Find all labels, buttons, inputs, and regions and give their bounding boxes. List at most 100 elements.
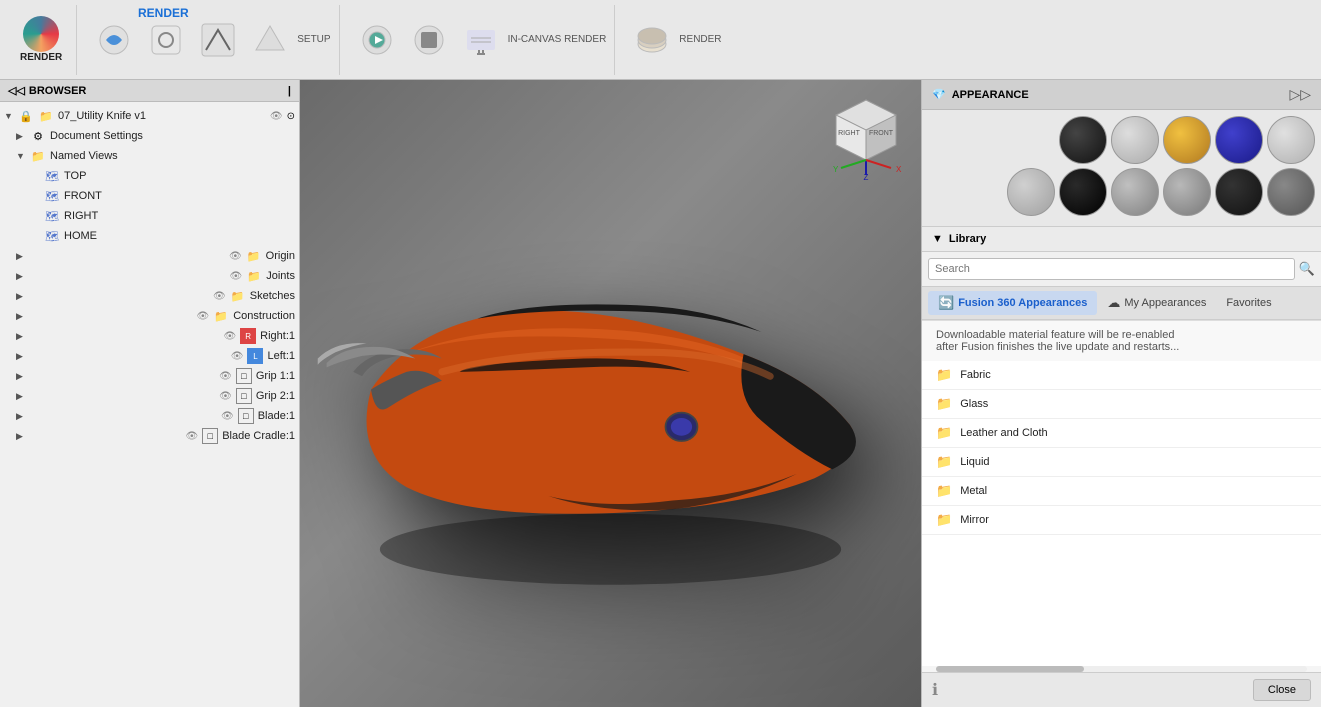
browser-item-blade-cradle1[interactable]: ▶ 👁 □ Blade Cradle:1 [0, 426, 299, 446]
swatch-9[interactable] [1163, 168, 1211, 216]
tab-fusion360-appearances[interactable]: 🔄 Fusion 360 Appearances [928, 291, 1097, 315]
browser-item-blade1[interactable]: ▶ 👁 □ Blade:1 [0, 406, 299, 426]
construction-label: Construction [233, 310, 295, 322]
blade1-eye[interactable]: 👁 [221, 411, 234, 422]
doc-settings-icon: ⚙ [30, 128, 46, 144]
in-canvas-btn-3[interactable] [456, 10, 506, 70]
grip11-label: Grip 1:1 [256, 370, 295, 382]
construction-eye[interactable]: 👁 [197, 311, 210, 322]
left1-label: Left:1 [267, 350, 295, 362]
right1-icon: R [240, 328, 256, 344]
swatch-6[interactable] [1007, 168, 1055, 216]
render-export-label: RENDER [679, 34, 721, 45]
category-liquid[interactable]: 📁 Liquid [922, 448, 1321, 477]
swatch-row-1 [928, 116, 1315, 164]
blade-cradle1-label: Blade Cradle:1 [222, 430, 295, 442]
category-fabric[interactable]: 📁 Fabric [922, 361, 1321, 390]
left1-icon: L [247, 348, 263, 364]
browser-item-right-view[interactable]: 🗺 RIGHT [0, 206, 299, 226]
root-expand: ▼ [4, 111, 18, 121]
joints-label: Joints [266, 270, 295, 282]
appearance-header: 💎 APPEARANCE ▷▷ [922, 80, 1321, 110]
left1-eye[interactable]: 👁 [231, 351, 244, 362]
named-views-expand: ▼ [16, 151, 30, 161]
library-header[interactable]: ▼ Library [922, 227, 1321, 252]
in-canvas-btn-2[interactable] [404, 10, 454, 70]
browser-item-named-views[interactable]: ▼ 📁 Named Views [0, 146, 299, 166]
browser-item-grip21[interactable]: ▶ 👁 □ Grip 2:1 [0, 386, 299, 406]
browser-item-origin[interactable]: ▶ 👁 📁 Origin [0, 246, 299, 266]
render-button[interactable]: RENDER [14, 10, 68, 70]
right1-label: Right:1 [260, 330, 295, 342]
info-circle-icon[interactable]: ℹ [932, 680, 938, 700]
tab-favorites[interactable]: Favorites [1216, 293, 1281, 313]
category-glass[interactable]: 📁 Glass [922, 390, 1321, 419]
category-metal[interactable]: 📁 Metal [922, 477, 1321, 506]
my-appearances-tab-label: My Appearances [1124, 297, 1206, 309]
swatch-2[interactable] [1111, 116, 1159, 164]
root-settings-icon[interactable]: ⊙ [287, 111, 295, 122]
grip11-eye[interactable]: 👁 [219, 371, 232, 382]
browser-item-document-settings[interactable]: ▶ ⚙ Document Settings [0, 126, 299, 146]
category-list: 📁 Fabric 📁 Glass 📁 Leather and Cloth 📁 L… [922, 361, 1321, 666]
category-leather-cloth[interactable]: 📁 Leather and Cloth [922, 419, 1321, 448]
browser-item-grip11[interactable]: ▶ 👁 □ Grip 1:1 [0, 366, 299, 386]
browser-item-top[interactable]: 🗺 TOP [0, 166, 299, 186]
browser-panel: ◁◁ BROWSER | ▼ 🔒 📁 07_Utility Knife v1 👁… [0, 80, 300, 707]
setup-btn-4[interactable] [245, 10, 295, 70]
browser-root-item[interactable]: ▼ 🔒 📁 07_Utility Knife v1 👁 ⊙ [0, 106, 299, 126]
swatch-8[interactable] [1111, 168, 1159, 216]
blade1-icon: □ [238, 408, 254, 424]
setup-label: SETUP [297, 34, 330, 45]
close-button[interactable]: Close [1253, 679, 1311, 701]
render-export-btn[interactable] [627, 10, 677, 70]
in-canvas-render-group: IN-CANVAS RENDER [344, 5, 616, 75]
swatch-4[interactable] [1215, 116, 1263, 164]
root-folder-icon: 📁 [38, 108, 54, 124]
swatch-5[interactable] [1267, 116, 1315, 164]
joints-expand: ▶ [16, 271, 30, 282]
swatch-7[interactable] [1059, 168, 1107, 216]
root-eye-icon[interactable]: 👁 [270, 111, 283, 122]
render-label: RENDER [130, 4, 197, 22]
swatch-1[interactable] [1059, 116, 1107, 164]
in-canvas-label: IN-CANVAS RENDER [508, 34, 607, 45]
right1-expand: ▶ [16, 331, 30, 342]
search-input[interactable] [928, 258, 1295, 280]
browser-collapse-icon[interactable]: | [288, 85, 291, 97]
blade-cradle1-eye[interactable]: 👁 [186, 431, 199, 442]
browser-back-icon[interactable]: ◁◁ [8, 84, 25, 97]
viewport-gizmo[interactable]: FRONT RIGHT Z X Y [821, 90, 911, 180]
swatch-3[interactable] [1163, 116, 1211, 164]
top-view-icon: 🗺 [44, 168, 60, 184]
fabric-label: Fabric [960, 369, 991, 381]
right1-eye[interactable]: 👁 [223, 331, 236, 342]
blade-cradle1-expand: ▶ [16, 431, 30, 442]
library-collapse-arrow: ▼ [932, 233, 943, 245]
tab-my-appearances[interactable]: ☁ My Appearances [1097, 291, 1216, 315]
browser-item-sketches[interactable]: ▶ 👁 📁 Sketches [0, 286, 299, 306]
browser-item-joints[interactable]: ▶ 👁 📁 Joints [0, 266, 299, 286]
svg-text:RIGHT: RIGHT [838, 130, 861, 137]
in-canvas-btn-1[interactable] [352, 10, 402, 70]
blade1-expand: ▶ [16, 411, 30, 422]
setup-btn-3[interactable] [193, 10, 243, 70]
category-mirror[interactable]: 📁 Mirror [922, 506, 1321, 535]
browser-item-home[interactable]: 🗺 HOME [0, 226, 299, 246]
grip21-eye[interactable]: 👁 [219, 391, 232, 402]
sketches-eye[interactable]: 👁 [213, 291, 226, 302]
viewport[interactable]: FRONT RIGHT Z X Y [300, 80, 921, 707]
browser-item-left1[interactable]: ▶ 👁 L Left:1 [0, 346, 299, 366]
browser-item-front[interactable]: 🗺 FRONT [0, 186, 299, 206]
swatch-10[interactable] [1215, 168, 1263, 216]
browser-item-right1[interactable]: ▶ 👁 R Right:1 [0, 326, 299, 346]
appearance-title: APPEARANCE [952, 89, 1029, 101]
search-icon[interactable]: 🔍 [1299, 261, 1315, 277]
swatch-11[interactable] [1267, 168, 1315, 216]
joints-eye[interactable]: 👁 [230, 271, 243, 282]
appearance-expand-icon[interactable]: ▷▷ [1289, 86, 1311, 103]
origin-eye[interactable]: 👁 [229, 251, 242, 262]
svg-text:FRONT: FRONT [869, 130, 894, 137]
swatch-row-2 [928, 168, 1315, 216]
browser-item-construction[interactable]: ▶ 👁 📁 Construction [0, 306, 299, 326]
